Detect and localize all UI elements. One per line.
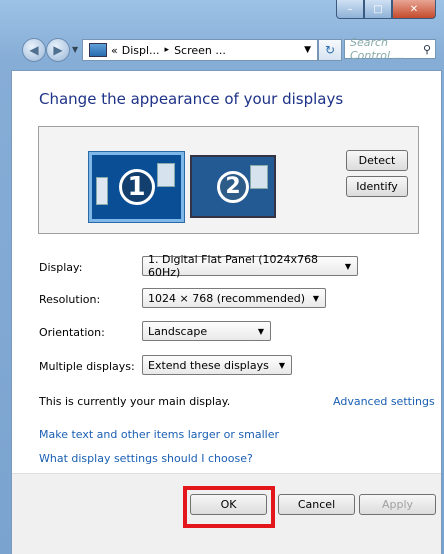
search-icon[interactable]: ⚲: [423, 43, 431, 56]
forward-arrow-icon: ▶: [53, 43, 63, 57]
apply-button: Apply: [359, 494, 436, 515]
minimize-button[interactable]: –: [336, 0, 364, 19]
search-placeholder: Search Control ...: [350, 36, 404, 62]
text-size-link[interactable]: Make text and other items larger or smal…: [39, 428, 279, 441]
monitor-2-number: 2: [217, 170, 249, 203]
multiple-displays-select[interactable]: Extend these displays ▼: [142, 355, 292, 375]
caption-buttons: – □ ✕: [336, 0, 436, 19]
close-button[interactable]: ✕: [392, 0, 436, 19]
search-input[interactable]: Search Control ... ⚲: [344, 36, 436, 62]
advanced-settings-link[interactable]: Advanced settings: [333, 395, 435, 408]
breadcrumb-separator-icon[interactable]: ▸: [165, 45, 170, 55]
page-title: Change the appearance of your displays: [39, 90, 344, 108]
display-control-panel-icon: [89, 43, 107, 57]
desktop-window-thumbnail: [96, 177, 108, 205]
back-arrow-icon: ◀: [29, 43, 39, 57]
chevron-down-icon: ▼: [312, 293, 319, 303]
chevron-down-icon: ▼: [344, 261, 351, 271]
orientation-select-value: Landscape: [148, 324, 208, 338]
content-pane: Change the appearance of your displays 1…: [11, 70, 442, 554]
forward-button[interactable]: ▶: [46, 38, 70, 62]
orientation-label: Orientation:: [39, 326, 105, 339]
multiple-displays-select-value: Extend these displays: [148, 358, 269, 372]
address-bar[interactable]: « Displ... ▸ Screen ... ▼: [82, 39, 318, 61]
refresh-button[interactable]: ↻: [318, 39, 342, 61]
orientation-select[interactable]: Landscape ▼: [142, 321, 271, 341]
main-display-status: This is currently your main display.: [39, 395, 231, 408]
desktop-window-thumbnail: [250, 165, 268, 189]
display-select-value: 1. Digital Flat Panel (1024x768 60Hz): [148, 253, 319, 279]
refresh-icon: ↻: [324, 43, 336, 57]
recent-pages-chevron-icon[interactable]: ▼: [72, 45, 78, 54]
maximize-button[interactable]: □: [364, 0, 392, 19]
breadcrumb-overflow[interactable]: «: [111, 44, 118, 57]
display-settings-help-link[interactable]: What display settings should I choose?: [39, 452, 253, 465]
address-dropdown-icon[interactable]: ▼: [304, 45, 311, 55]
chevron-down-icon: ▼: [278, 360, 285, 370]
display-select[interactable]: 1. Digital Flat Panel (1024x768 60Hz) ▼: [142, 253, 358, 279]
cancel-button[interactable]: Cancel: [278, 494, 355, 515]
monitor-2[interactable]: 2: [190, 155, 276, 218]
resolution-label: Resolution:: [39, 293, 101, 306]
resolution-select-value: 1024 × 768 (recommended): [148, 291, 306, 305]
control-panel-window: – □ ✕ ◀ ▶ ▼ « Displ... ▸ Screen ... ▼ ↻ …: [0, 0, 444, 554]
monitor-1-number: 1: [118, 169, 155, 205]
desktop-window-thumbnail: [157, 163, 175, 187]
resolution-select[interactable]: 1024 × 768 (recommended) ▼: [142, 288, 326, 308]
identify-button[interactable]: Identify: [346, 176, 408, 197]
display-label: Display:: [39, 261, 83, 274]
breadcrumb-item-screen[interactable]: Screen ...: [174, 44, 226, 57]
ok-button-highlight: [183, 486, 275, 528]
back-button[interactable]: ◀: [22, 38, 46, 62]
monitor-1[interactable]: 1: [89, 152, 184, 222]
breadcrumb-item-display[interactable]: Displ...: [122, 44, 160, 57]
display-arrangement-area: 1 2 Detect Identify: [38, 126, 419, 234]
chevron-down-icon: ▼: [257, 326, 264, 336]
multiple-displays-label: Multiple displays:: [39, 360, 135, 373]
navigation-bar: ◀ ▶ ▼ « Displ... ▸ Screen ... ▼ ↻ Search…: [0, 36, 444, 70]
detect-button[interactable]: Detect: [346, 150, 408, 171]
